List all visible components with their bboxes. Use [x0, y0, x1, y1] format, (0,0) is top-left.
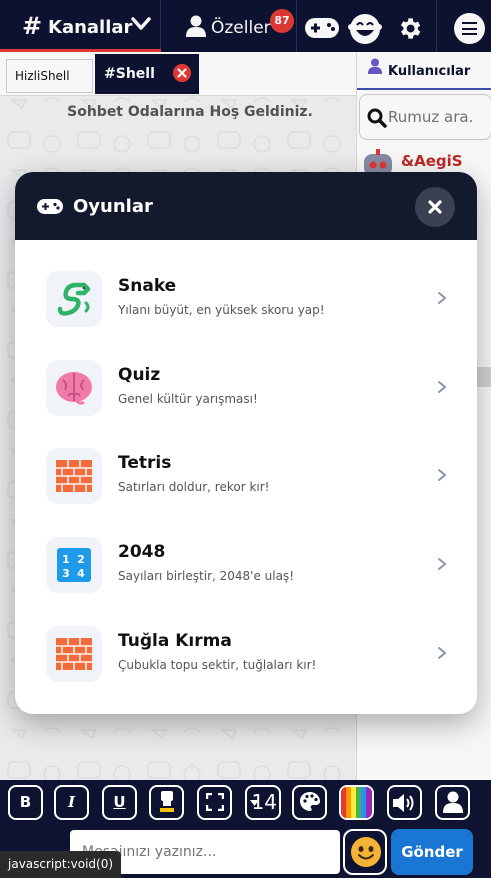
chevron-right-icon — [438, 647, 447, 659]
game-description: Sayıları birleştir, 2048'e ulaş! — [118, 569, 295, 583]
send-button[interactable]: Gönder — [391, 829, 473, 875]
close-icon — [428, 200, 442, 214]
browser-status-bar: javascript:void(0) — [0, 851, 122, 878]
game-item-quiz[interactable]: Quiz Genel kültür yarışması! — [15, 349, 477, 437]
game-name: Quiz — [118, 365, 161, 385]
game-icon-box — [46, 360, 102, 416]
game-icon-box — [46, 448, 102, 504]
marker-icon — [159, 791, 174, 812]
palette-button[interactable] — [292, 785, 327, 820]
game-item-tetris[interactable]: Tetris Satırları doldur, rekor kır! — [15, 437, 477, 525]
brain-icon — [56, 372, 92, 405]
game-name: Tetris — [118, 453, 172, 473]
chevron-right-icon — [438, 381, 447, 393]
game-name: Snake — [118, 276, 177, 296]
game-name: 2048 — [118, 542, 166, 562]
game-description: Yılanı büyüt, en yüksek skoru yap! — [118, 303, 325, 317]
games-modal-header: Oyunlar — [15, 172, 477, 240]
game-icon-box — [46, 271, 102, 327]
games-modal: Oyunlar Snake Yılanı büyüt, en yüksek sk… — [15, 172, 477, 714]
smiley-icon — [351, 837, 381, 867]
fullscreen-button[interactable] — [197, 785, 232, 820]
game-description: Genel kültür yarışması! — [118, 392, 258, 406]
svg-text:1: 1 — [62, 553, 70, 566]
games-modal-title: Oyunlar — [73, 196, 153, 217]
speaker-icon — [392, 794, 413, 812]
palette-icon — [299, 792, 320, 811]
close-modal-button[interactable] — [415, 187, 455, 227]
font-size-selector[interactable]: 14 — [245, 785, 281, 820]
svg-text:4: 4 — [77, 567, 85, 580]
person-icon — [442, 791, 463, 813]
game-description: Çubukla topu sektir, tuğlaları kır! — [118, 658, 317, 672]
chevron-right-icon — [438, 292, 447, 304]
game-item-brick-breaker[interactable]: Tuğla Kırma Çubukla topu sektir, tuğlala… — [15, 615, 477, 703]
rainbow-color-button[interactable] — [339, 785, 374, 820]
chevron-right-icon — [438, 558, 447, 570]
game-name: Tuğla Kırma — [118, 631, 232, 651]
game-item-2048[interactable]: 1 2 3 4 2048 Sayıları birleştir, 2048'e … — [15, 526, 477, 614]
game-item-snake[interactable]: Snake Yılanı büyüt, en yüksek skoru yap! — [15, 260, 477, 348]
underline-button[interactable]: U — [102, 785, 137, 820]
highlight-button[interactable] — [149, 785, 184, 820]
emoji-picker-button[interactable] — [343, 829, 387, 875]
snake-icon — [57, 282, 91, 316]
expand-icon — [205, 792, 224, 812]
brick-icon — [56, 460, 92, 492]
sound-button[interactable] — [387, 785, 422, 820]
italic-button[interactable]: I — [54, 785, 89, 820]
chevron-right-icon — [438, 469, 447, 481]
game-description: Satırları doldur, rekor kır! — [118, 480, 270, 494]
game-icon-box: 1 2 3 4 — [46, 537, 102, 593]
game-icon-box — [46, 626, 102, 682]
gamepad-icon — [37, 199, 63, 214]
svg-text:3: 3 — [62, 567, 70, 580]
rainbow-icon — [341, 787, 372, 818]
profile-button[interactable] — [435, 785, 470, 820]
numbers-icon: 1 2 3 4 — [57, 548, 91, 582]
svg-text:2: 2 — [77, 553, 85, 566]
caret-down-icon — [250, 800, 259, 806]
bold-button[interactable]: B — [8, 785, 43, 820]
brick-icon — [56, 638, 92, 670]
